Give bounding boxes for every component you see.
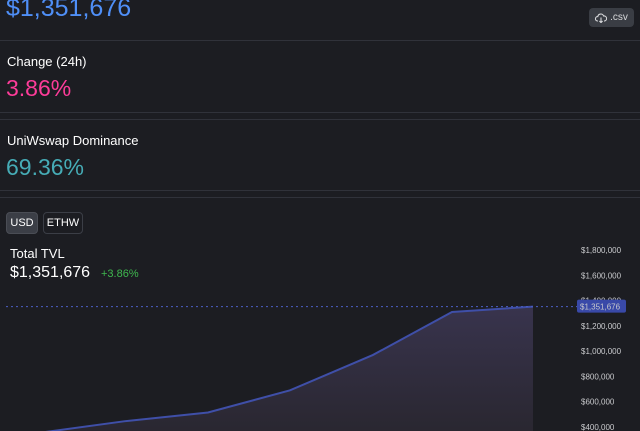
change-24h-value: 3.86%: [6, 75, 72, 101]
divider: [0, 190, 640, 191]
y-tick-label: $800,000: [581, 372, 615, 381]
total-tvl-value: $1,351,676: [6, 0, 132, 22]
tvl-area: [0, 306, 533, 431]
usd-toggle[interactable]: USD: [6, 212, 38, 234]
current-value-label: $1,351,676: [580, 303, 621, 312]
cloud-download-icon: [595, 12, 608, 23]
change-24h-label: Change (24h): [7, 54, 87, 69]
y-tick-label: $600,000: [581, 398, 615, 407]
divider: [0, 197, 640, 198]
divider: [0, 119, 640, 120]
ethw-toggle[interactable]: ETHW: [43, 212, 83, 234]
y-tick-label: $1,000,000: [581, 347, 622, 356]
divider: [0, 40, 640, 41]
dominance-value: 69.36%: [6, 154, 85, 180]
y-tick-label: $1,800,000: [581, 246, 622, 255]
tvl-chart[interactable]: $1,800,000$1,600,000$1,400,000$1,200,000…: [0, 236, 640, 431]
divider: [0, 112, 640, 113]
y-tick-label: $1,600,000: [581, 271, 622, 280]
dominance-label: UniWswap Dominance: [7, 133, 139, 148]
download-csv-button[interactable]: .csv: [589, 8, 634, 27]
y-tick-label: $1,200,000: [581, 322, 622, 331]
csv-label: .csv: [610, 12, 628, 23]
y-tick-label: $400,000: [581, 423, 615, 431]
